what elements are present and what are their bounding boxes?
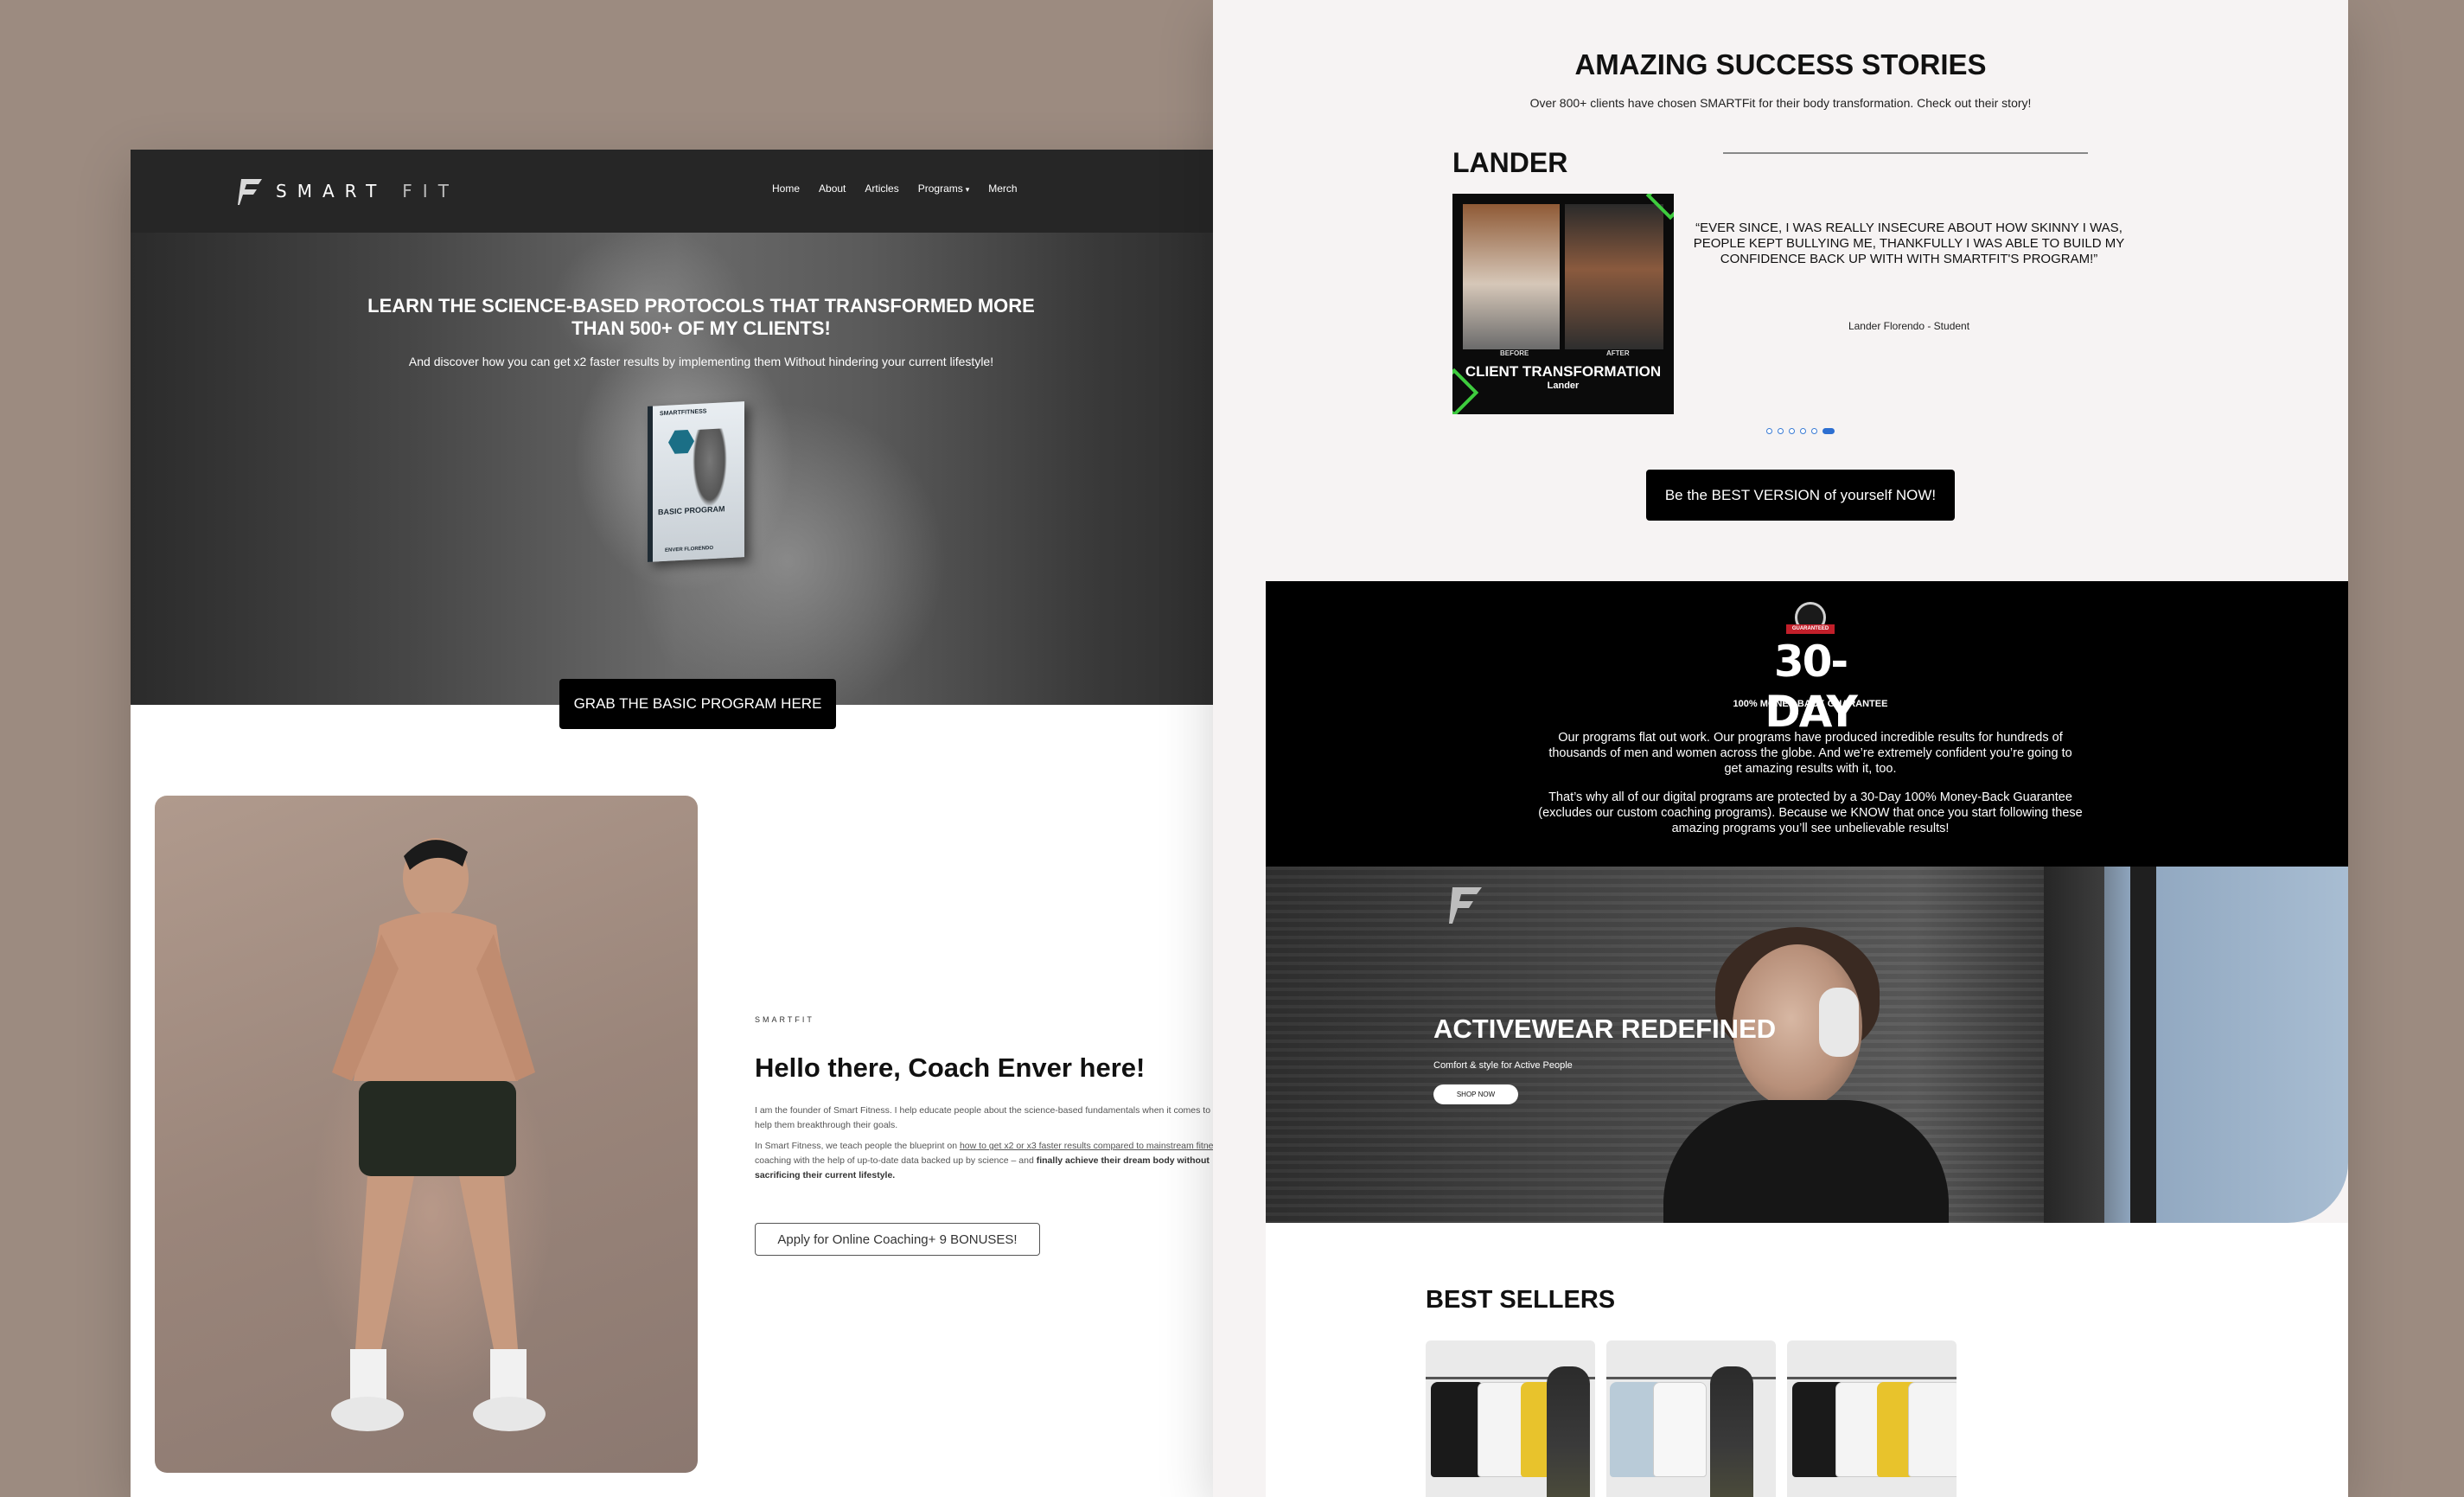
book-cover-figure bbox=[693, 428, 727, 509]
about-kicker: SMARTFIT bbox=[755, 1015, 814, 1024]
nav-programs[interactable]: Programs ▾ bbox=[918, 182, 970, 195]
guarantee-badge: GUARANTEED 30-DAY 100% MONEY BACK GUARAN… bbox=[1733, 602, 1888, 737]
carousel-dot-active[interactable] bbox=[1822, 428, 1835, 434]
hero-section: LEARN THE SCIENCE-BASED PROTOCOLS THAT T… bbox=[131, 233, 1266, 705]
tshirt-image bbox=[1653, 1382, 1707, 1477]
chevron-down-icon: ▾ bbox=[965, 185, 970, 194]
activewear-title: ACTIVEWEAR REDEFINED bbox=[1433, 1014, 1777, 1044]
smartfit-logo-icon bbox=[238, 179, 262, 205]
hero-subheadline: And discover how you can get x2 faster r… bbox=[408, 355, 994, 368]
after-photo bbox=[1565, 204, 1663, 349]
nav-merch[interactable]: Merch bbox=[988, 182, 1017, 195]
about-paragraph-2: In Smart Fitness, we teach people the bl… bbox=[755, 1139, 1256, 1183]
guarantee-paragraph-2: That’s why all of our digital programs a… bbox=[1538, 790, 2083, 835]
coach-photo bbox=[155, 796, 698, 1473]
book-brand: SMARTFITNESS bbox=[660, 408, 707, 418]
building-pillar bbox=[2044, 867, 2104, 1223]
before-label: BEFORE bbox=[1500, 349, 1529, 357]
tshirt-image bbox=[1431, 1382, 1484, 1477]
about-p2-link[interactable]: how to get x2 or x3 faster results compa… bbox=[960, 1141, 1222, 1151]
shop-now-button[interactable]: SHOP NOW bbox=[1433, 1084, 1518, 1104]
book-author: ENVER FLORENDO bbox=[665, 545, 714, 553]
about-p2-mid: coaching with the help of up-to-date dat… bbox=[755, 1155, 1037, 1166]
success-stories-title: AMAZING SUCCESS STORIES bbox=[1574, 48, 1987, 80]
headphones-icon bbox=[1819, 988, 1859, 1057]
nav-articles[interactable]: Articles bbox=[865, 182, 898, 195]
carousel-dot[interactable] bbox=[1778, 428, 1784, 434]
building-pillar bbox=[2130, 867, 2156, 1223]
badge-ribbon: GUARANTEED bbox=[1786, 624, 1835, 634]
model-image bbox=[1547, 1366, 1590, 1497]
best-version-button[interactable]: Be the BEST VERSION of yourself NOW! bbox=[1646, 470, 1955, 521]
transformation-caption-name: Lander bbox=[1547, 381, 1580, 391]
product-card[interactable] bbox=[1606, 1340, 1776, 1497]
divider bbox=[1723, 152, 2088, 154]
smartfit-logo[interactable]: SMART FIT bbox=[238, 176, 459, 207]
testimonial-author: Lander Florendo - Student bbox=[1848, 320, 1970, 332]
before-photo bbox=[1463, 204, 1560, 349]
smartfit-logo-icon bbox=[1449, 887, 1482, 924]
transformation-caption: CLIENT TRANSFORMATION bbox=[1465, 363, 1662, 380]
secondary-page-mockup: AMAZING SUCCESS STORIES Over 800+ client… bbox=[1213, 0, 2348, 1497]
testimonial-client-name: LANDER bbox=[1452, 147, 1568, 178]
nav-about[interactable]: About bbox=[819, 182, 846, 195]
book-hexagon-icon bbox=[668, 428, 694, 456]
book-title: BASIC PROGRAM bbox=[658, 504, 725, 517]
logo-text-fit: FIT bbox=[402, 181, 459, 202]
money-back-guarantee-section: GUARANTEED 30-DAY 100% MONEY BACK GUARAN… bbox=[1266, 581, 2348, 867]
nav-links: Home About Articles Programs ▾ Merch bbox=[772, 182, 1018, 195]
after-label: AFTER bbox=[1606, 349, 1630, 357]
product-card[interactable] bbox=[1787, 1340, 1957, 1497]
apply-coaching-button[interactable]: Apply for Online Coaching+ 9 BONUSES! bbox=[755, 1223, 1040, 1256]
basic-program-book-image: SMARTFITNESS BASIC PROGRAM ENVER FLOREND… bbox=[648, 401, 744, 562]
guarantee-paragraph-1: Our programs flat out work. Our programs… bbox=[1548, 731, 2072, 776]
model-image bbox=[1710, 1366, 1753, 1497]
carousel-dot[interactable] bbox=[1789, 428, 1795, 434]
nav-home[interactable]: Home bbox=[772, 182, 800, 195]
clothing-rail bbox=[1787, 1377, 1957, 1379]
badge-30-day: 30-DAY bbox=[1765, 637, 1858, 737]
about-p2-start: In Smart Fitness, we teach people the bl… bbox=[755, 1141, 960, 1151]
top-navbar: SMART FIT Home About Articles Programs ▾ M… bbox=[131, 150, 1266, 233]
carousel-dots bbox=[1766, 428, 1835, 434]
carousel-dot[interactable] bbox=[1800, 428, 1806, 434]
tshirt-image bbox=[1908, 1382, 1957, 1477]
nav-programs-label: Programs bbox=[917, 182, 963, 195]
badge-money-back: 100% MONEY BACK GUARANTEE bbox=[1733, 699, 1888, 709]
homepage-mockup: SMART FIT Home About Articles Programs ▾ M… bbox=[131, 150, 1266, 1497]
logo-text-smart: SMART bbox=[276, 181, 387, 202]
coach-figure-illustration bbox=[331, 838, 546, 1431]
carousel-dot[interactable] bbox=[1766, 428, 1772, 434]
best-sellers-title: BEST SELLERS bbox=[1426, 1286, 1616, 1314]
hero-headline: LEARN THE SCIENCE-BASED PROTOCOLS THAT T… bbox=[367, 295, 1035, 339]
testimonial-quote: “EVER SINCE, I WAS REALLY INSECURE ABOUT… bbox=[1693, 221, 2125, 266]
client-transformation-image: BEFORE AFTER CLIENT TRANSFORMATION Lande… bbox=[1452, 194, 1674, 414]
activewear-banner: ACTIVEWEAR REDEFINED Comfort & style for… bbox=[1266, 867, 2348, 1223]
activewear-subtitle: Comfort & style for Active People bbox=[1433, 1060, 1573, 1071]
about-paragraph-1: I am the founder of Smart Fitness. I hel… bbox=[755, 1105, 1249, 1130]
about-title: Hello there, Coach Enver here! bbox=[755, 1052, 1146, 1083]
success-stories-subtitle: Over 800+ clients have chosen SMARTFit f… bbox=[1529, 96, 2032, 110]
carousel-dot[interactable] bbox=[1811, 428, 1817, 434]
product-card[interactable] bbox=[1426, 1340, 1595, 1497]
grab-basic-program-button[interactable]: GRAB THE BASIC PROGRAM HERE bbox=[559, 679, 836, 729]
